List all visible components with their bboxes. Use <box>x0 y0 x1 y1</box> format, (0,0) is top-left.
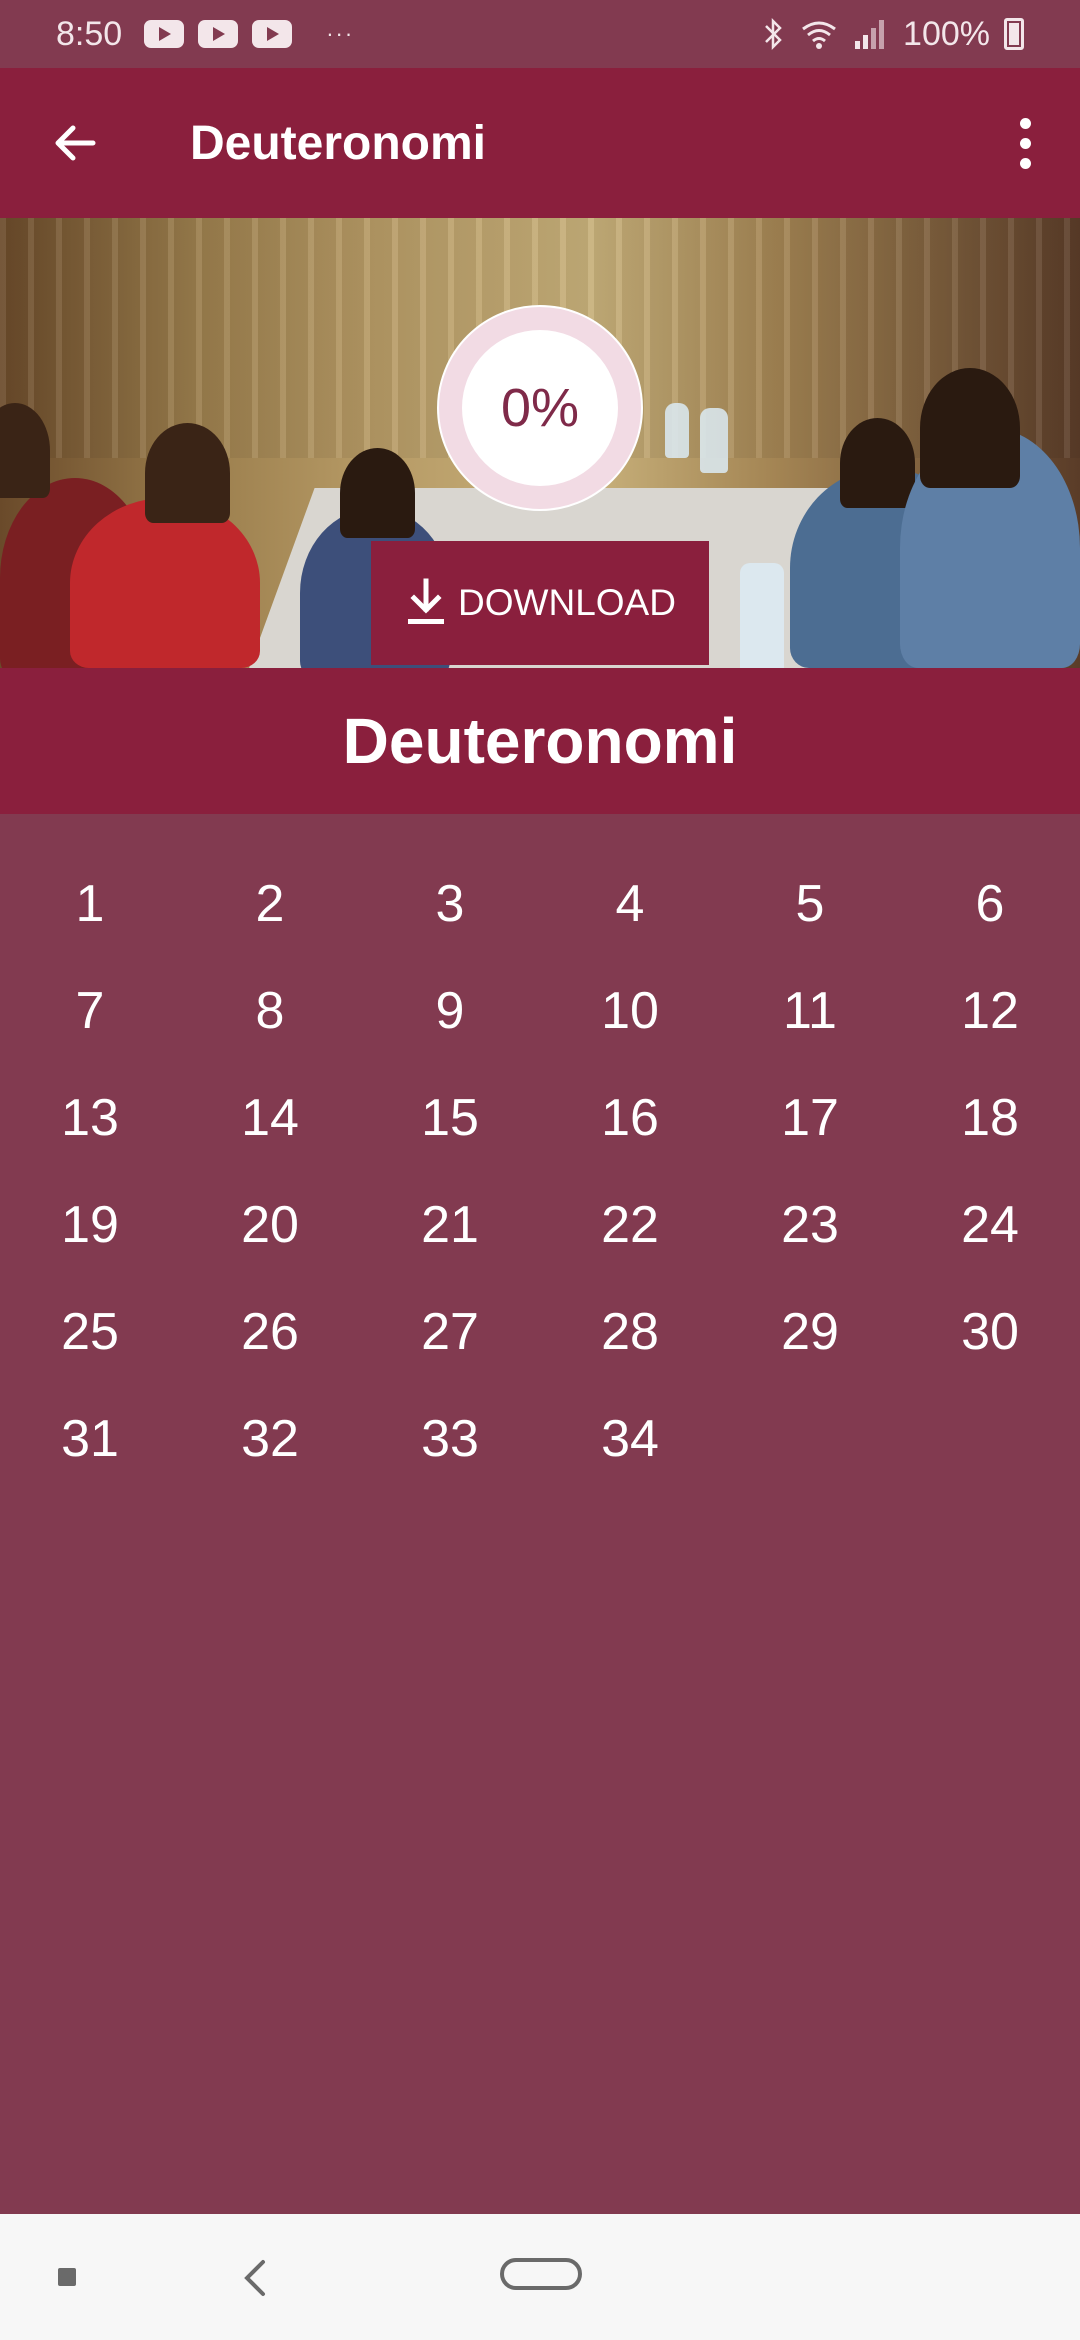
chapter-item[interactable]: 21 <box>360 1171 540 1278</box>
chapter-item[interactable]: 31 <box>0 1385 180 1492</box>
chapter-item[interactable]: 27 <box>360 1278 540 1385</box>
app-bar: Deuteronomi <box>0 68 1080 218</box>
chapter-item[interactable]: 18 <box>900 1064 1080 1171</box>
chapter-item[interactable]: 20 <box>180 1171 360 1278</box>
back-button[interactable] <box>20 88 130 198</box>
download-progress-ring: 0% <box>437 305 643 511</box>
chapter-item[interactable]: 8 <box>180 957 360 1064</box>
nav-back-button[interactable] <box>235 2256 275 2300</box>
chapter-item[interactable]: 11 <box>720 957 900 1064</box>
chapter-item[interactable]: 25 <box>0 1278 180 1385</box>
chapter-item[interactable]: 17 <box>720 1064 900 1171</box>
chapter-item[interactable]: 23 <box>720 1171 900 1278</box>
chapter-item[interactable]: 13 <box>0 1064 180 1171</box>
signal-icon <box>855 20 885 49</box>
recents-button[interactable] <box>58 2268 76 2286</box>
chapter-item[interactable]: 30 <box>900 1278 1080 1385</box>
chapter-item[interactable]: 6 <box>900 850 1080 957</box>
chapter-item[interactable]: 33 <box>360 1385 540 1492</box>
progress-text: 0% <box>462 330 618 486</box>
youtube-icon <box>252 20 293 48</box>
app-title: Deuteronomi <box>190 116 487 170</box>
youtube-icon <box>144 20 185 48</box>
chapter-item[interactable]: 9 <box>360 957 540 1064</box>
chapter-item[interactable]: 29 <box>720 1278 900 1385</box>
download-icon <box>404 577 448 629</box>
status-time: 8:50 <box>56 14 123 53</box>
chapter-item[interactable]: 5 <box>720 850 900 957</box>
chapter-item[interactable]: 15 <box>360 1064 540 1171</box>
battery-percent: 100% <box>903 14 990 53</box>
more-options-button[interactable] <box>990 88 1060 198</box>
more-vert-icon <box>1019 117 1031 129</box>
chapter-item[interactable]: 32 <box>180 1385 360 1492</box>
chapter-item[interactable]: 34 <box>540 1385 720 1492</box>
chevron-left-icon <box>244 2260 265 2296</box>
chapter-item[interactable]: 16 <box>540 1064 720 1171</box>
more-notifications-icon: ··· <box>326 21 355 46</box>
home-button[interactable] <box>500 2258 582 2290</box>
download-button[interactable]: DOWNLOAD <box>371 541 709 665</box>
battery-icon <box>1004 18 1024 50</box>
chapter-item[interactable]: 4 <box>540 850 720 957</box>
status-bar: 8:50 ··· 100% <box>0 0 1080 68</box>
status-right: 100% <box>763 15 1024 54</box>
chapter-item[interactable]: 3 <box>360 850 540 957</box>
download-label: DOWNLOAD <box>458 582 676 623</box>
chapter-item[interactable]: 28 <box>540 1278 720 1385</box>
chapter-grid: 1 2 3 4 5 6 7 8 9 10 11 12 13 14 15 16 17 18 19 20 21 22 23 24 2… <box>0 850 1080 1492</box>
chapter-item[interactable]: 1 <box>0 850 180 957</box>
chapter-item[interactable]: 12 <box>900 957 1080 1064</box>
navigation-bar <box>0 2214 1080 2340</box>
status-left: 8:50 ··· <box>56 15 354 54</box>
book-title: Deuteronomi <box>0 668 1080 814</box>
bluetooth-icon <box>765 17 782 51</box>
chapter-item[interactable]: 7 <box>0 957 180 1064</box>
chapter-item[interactable]: 24 <box>900 1171 1080 1278</box>
chapter-item[interactable]: 14 <box>180 1064 360 1171</box>
wifi-icon <box>802 21 836 49</box>
chapter-item[interactable]: 2 <box>180 850 360 957</box>
chapter-item[interactable]: 19 <box>0 1171 180 1278</box>
youtube-icon <box>198 20 239 48</box>
arrow-left-icon <box>55 125 96 161</box>
chapter-item[interactable]: 10 <box>540 957 720 1064</box>
chapter-item[interactable]: 22 <box>540 1171 720 1278</box>
chapter-item[interactable]: 26 <box>180 1278 360 1385</box>
